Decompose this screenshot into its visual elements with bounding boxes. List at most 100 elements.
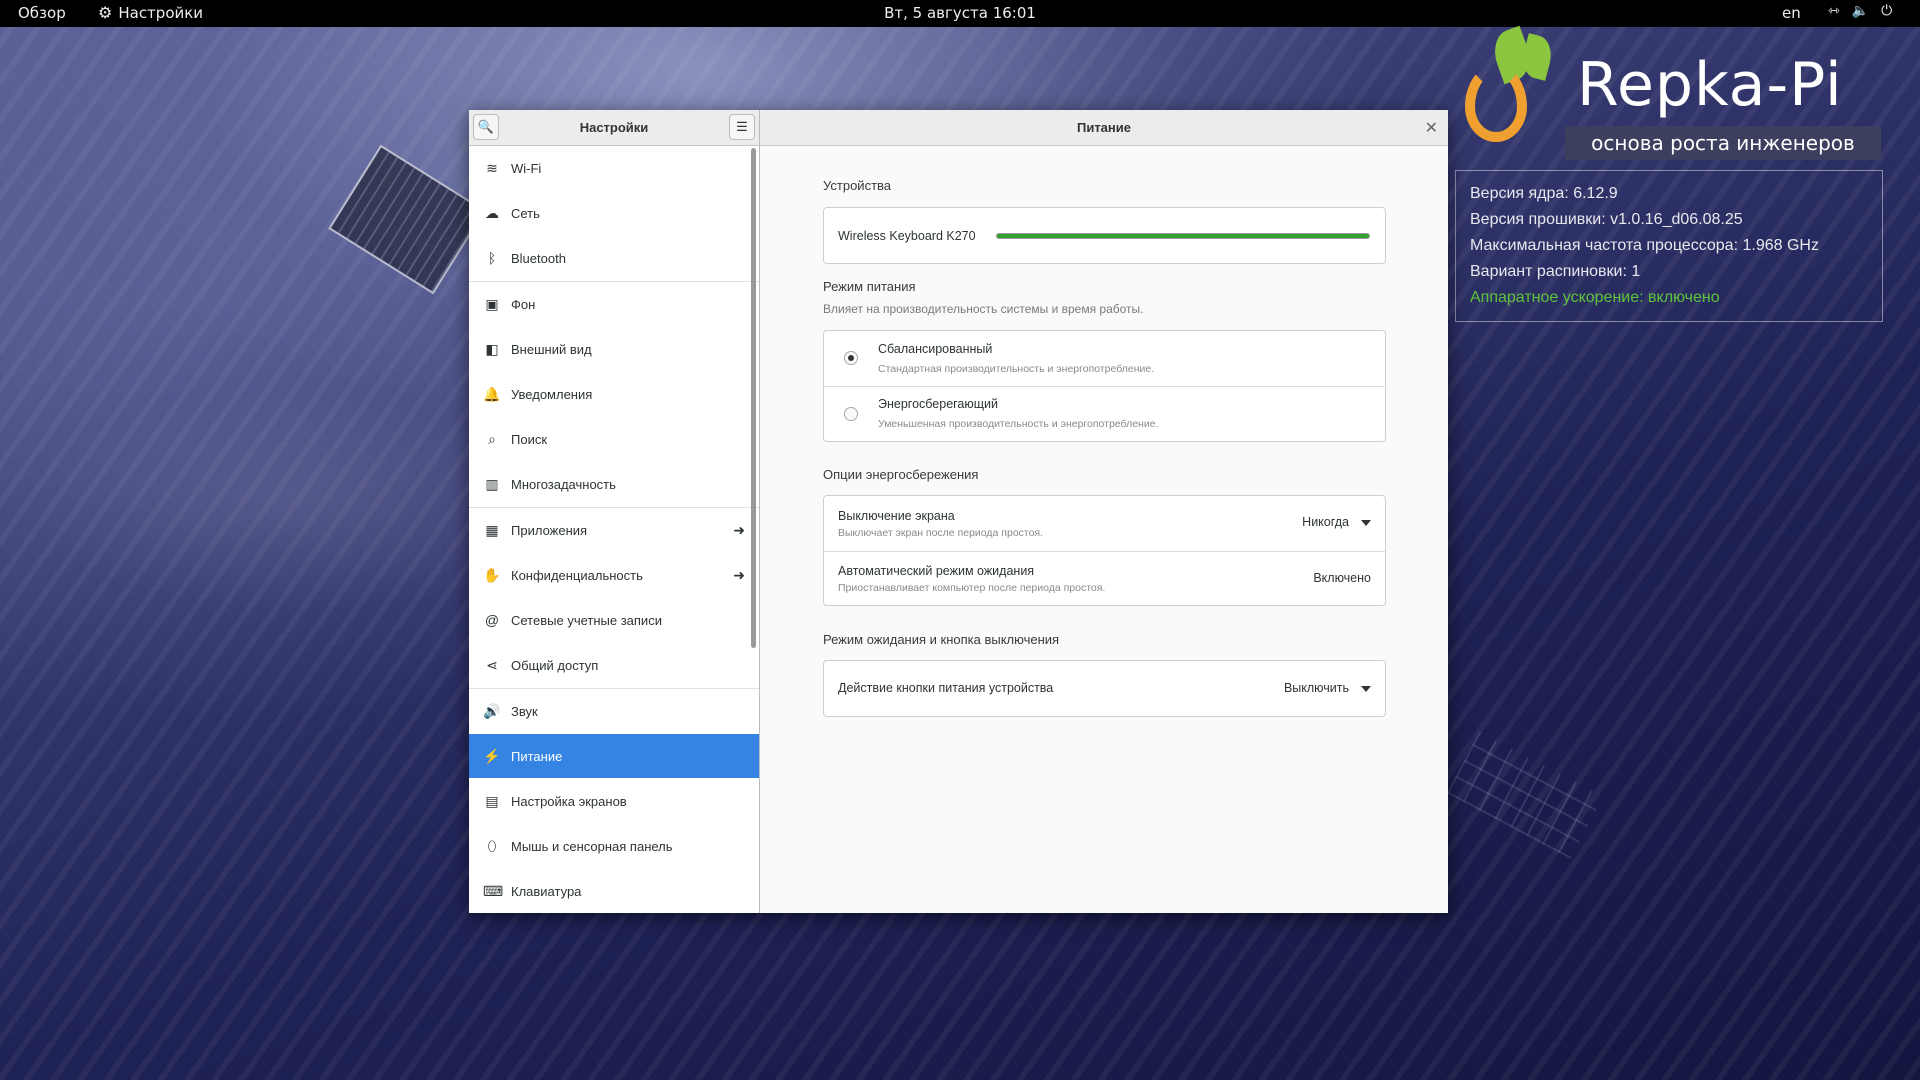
power-mode-saver[interactable]: Энергосберегающий Уменьшенная производит… <box>824 387 1385 442</box>
radio-balanced[interactable] <box>844 351 858 365</box>
keyboard-layout-indicator[interactable]: en <box>1782 4 1801 22</box>
sidebar-item-label: Общий доступ <box>511 657 599 673</box>
sidebar-item-wifi[interactable]: ≋ Wi-Fi <box>469 146 759 190</box>
suspend-section-title: Режим ожидания и кнопка выключения <box>823 632 1060 647</box>
sidebar-item-background[interactable]: ▣ Фон <box>469 282 759 326</box>
auto-suspend-row[interactable]: Автоматический режим ожидания Приостанав… <box>824 552 1385 606</box>
sidebar-item-label: Звук <box>511 703 538 719</box>
sidebar-header: 🔍 Настройки ☰ <box>469 110 759 146</box>
sidebar-title: Настройки <box>579 120 649 135</box>
radio-power-saver[interactable] <box>844 407 858 421</box>
repka-logo: Repka-Pi основа роста инженеров <box>1465 25 1885 168</box>
chevron-down-icon <box>1361 519 1371 526</box>
bell-icon: 🔔 <box>483 385 501 402</box>
logo-radish <box>1465 64 1527 142</box>
brand-tagline: основа роста инженеров <box>1565 126 1881 160</box>
auto-suspend-desc: Приостанавливает компьютер после периода… <box>838 582 1106 594</box>
sidebar-item-label: Wi-Fi <box>511 160 542 176</box>
volume-icon: 🔈 <box>1851 3 1870 19</box>
sidebar-item-bluetooth[interactable]: ᛒ Bluetooth <box>469 236 759 280</box>
firmware-version: Версия прошивки: v1.0.16_d06.08.25 <box>1470 211 1743 228</box>
hamburger-icon: ☰ <box>736 119 748 134</box>
power-mode-subtitle: Влияет на производительность системы и в… <box>823 302 1144 316</box>
sidebar-item-online-accounts[interactable]: @ Сетевые учетные записи <box>469 598 759 642</box>
power-mode-section-title: Режим питания <box>823 279 916 294</box>
at-icon: @ <box>484 612 500 628</box>
page-title: Питание <box>1076 120 1131 135</box>
background-icon: ▣ <box>485 295 499 312</box>
screen-off-row[interactable]: Выключение экрана Выключает экран после … <box>824 496 1385 551</box>
battery-level-fill <box>997 234 1369 238</box>
apps-icon: ▦ <box>485 521 499 538</box>
chevron-down-icon <box>1361 685 1371 692</box>
power-icon: ⏻ <box>1881 3 1893 19</box>
sidebar-item-label: Настройка экранов <box>511 793 627 809</box>
sidebar-item-notifications[interactable]: 🔔 Уведомления <box>469 372 759 416</box>
power-saving-section-title: Опции энергосбережения <box>823 467 979 482</box>
power-button-dropdown[interactable]: Выключить <box>1284 681 1371 695</box>
power-mode-card: Сбалансированный Стандартная производите… <box>823 330 1386 442</box>
bluetooth-icon: ᛒ <box>487 250 497 266</box>
sidebar-item-keyboard[interactable]: ⌨ Клавиатура <box>469 869 759 913</box>
sidebar-item-label: Уведомления <box>511 386 593 402</box>
sidebar: ≋ Wi-Fi ☁ Сеть ᛒ Bluetooth ▣ Фон ◧ Внешн… <box>469 146 759 913</box>
power-mode-balanced[interactable]: Сбалансированный Стандартная производите… <box>824 331 1385 386</box>
power-button-label: Действие кнопки питания устройства <box>838 681 1054 695</box>
auto-suspend-label: Автоматический режим ожидания <box>838 564 1035 578</box>
screen-off-dropdown[interactable]: Никогда <box>1302 515 1371 529</box>
sidebar-item-mouse[interactable]: ⬯ Мышь и сенсорная панель <box>469 824 759 868</box>
multitasking-icon: ▥ <box>485 475 499 492</box>
system-info-panel: Версия ядра: 6.12.9 Версия прошивки: v1.… <box>1455 170 1883 322</box>
screen-off-desc: Выключает экран после периода простоя. <box>838 527 1044 539</box>
share-icon: ⋖ <box>486 656 498 673</box>
sidebar-item-appearance[interactable]: ◧ Внешний вид <box>469 327 759 371</box>
power-button-row[interactable]: Действие кнопки питания устройства Выклю… <box>824 661 1385 716</box>
power-saving-card: Выключение экрана Выключает экран после … <box>823 495 1386 606</box>
power-button-card: Действие кнопки питания устройства Выклю… <box>823 660 1386 717</box>
sidebar-item-network[interactable]: ☁ Сеть <box>469 191 759 235</box>
mode-desc: Уменьшенная производительность и энергоп… <box>878 418 1159 430</box>
power-button-value: Выключить <box>1283 681 1349 695</box>
sidebar-item-search[interactable]: ⌕ Поиск <box>469 417 759 461</box>
wifi-icon: ≋ <box>486 159 498 176</box>
sidebar-item-displays[interactable]: ▤ Настройка экранов <box>469 779 759 823</box>
main-menu-button[interactable]: ☰ <box>729 114 755 140</box>
speaker-icon: 🔊 <box>483 702 501 719</box>
sidebar-item-sound[interactable]: 🔊 Звук <box>469 689 759 733</box>
network-icon: ☁ <box>485 204 499 221</box>
brand-name: Repka-Pi <box>1577 50 1843 120</box>
system-menu[interactable]: ⇿ 🔈 ⏻ <box>1828 3 1892 19</box>
clock[interactable]: Вт, 5 августа 16:01 <box>0 4 1920 22</box>
keyboard-icon: ⌨ <box>483 882 504 899</box>
sidebar-item-label: Конфиденциальность <box>511 567 643 583</box>
sidebar-item-privacy[interactable]: ✋ Конфиденциальность ➜ <box>469 553 759 597</box>
hw-acceleration: Аппаратное ускорение: включено <box>1470 289 1720 306</box>
arrow-right-icon: ➜ <box>733 521 745 538</box>
close-icon: ✕ <box>1424 120 1438 137</box>
sidebar-item-label: Мышь и сенсорная панель <box>511 838 673 854</box>
screen-off-label: Выключение экрана <box>838 509 955 523</box>
power-page: Устройства Wireless Keyboard K270 Режим … <box>760 146 1448 913</box>
settings-window: 🔍 Настройки ☰ Питание ✕ ≋ Wi-Fi ☁ Сеть ᛒ… <box>469 110 1448 913</box>
sidebar-item-label: Фон <box>511 296 536 312</box>
sidebar-item-sharing[interactable]: ⋖ Общий доступ <box>469 643 759 687</box>
power-plug-icon: ⚡ <box>483 747 501 764</box>
pinout-variant: Вариант распиновки: 1 <box>1470 263 1641 280</box>
sidebar-item-power[interactable]: ⚡ Питание <box>469 734 759 778</box>
sidebar-item-label: Многозадачность <box>511 476 616 492</box>
sidebar-item-label: Поиск <box>511 431 548 447</box>
devices-section-title: Устройства <box>823 178 892 193</box>
mode-desc: Стандартная производительность и энергоп… <box>878 363 1155 375</box>
close-button[interactable]: ✕ <box>1425 118 1438 138</box>
sidebar-item-label: Питание <box>511 748 563 764</box>
sidebar-item-apps[interactable]: ▦ Приложения ➜ <box>469 508 759 552</box>
top-bar: Обзор ⚙ Настройки Вт, 5 августа 16:01 en… <box>0 0 1920 27</box>
network-icon: ⇿ <box>1828 3 1840 19</box>
sidebar-scrollbar[interactable] <box>751 148 756 648</box>
sidebar-item-multitasking[interactable]: ▥ Многозадачность <box>469 462 759 506</box>
auto-suspend-value: Включено <box>1313 571 1371 585</box>
kernel-version: Версия ядра: 6.12.9 <box>1470 185 1618 202</box>
sidebar-item-label: Bluetooth <box>511 250 566 266</box>
device-battery-bar <box>996 233 1370 239</box>
devices-card: Wireless Keyboard K270 <box>823 207 1386 264</box>
